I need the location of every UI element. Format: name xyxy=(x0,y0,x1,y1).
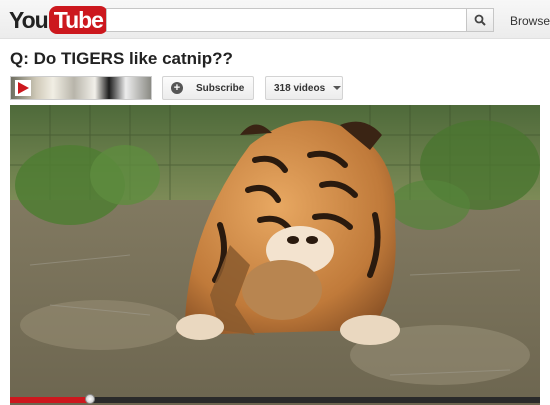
search-button[interactable] xyxy=(466,8,494,32)
videos-dropdown-button[interactable]: 318 videos xyxy=(265,76,343,100)
channel-banner[interactable] xyxy=(10,76,152,100)
masthead: You Tube Browse xyxy=(0,0,550,39)
channel-row: + Subscribe 318 videos xyxy=(10,76,343,100)
subscribe-button[interactable]: + Subscribe xyxy=(162,76,254,100)
logo-you-text: You xyxy=(9,6,49,33)
play-icon xyxy=(18,82,29,94)
youtube-logo[interactable]: You Tube xyxy=(9,5,108,35)
subscribe-label: Subscribe xyxy=(196,82,245,94)
video-player[interactable] xyxy=(10,105,540,405)
video-frame-tiger xyxy=(10,105,540,405)
progress-fill xyxy=(10,397,90,403)
chevron-down-icon xyxy=(333,86,342,90)
video-title: Q: Do TIGERS like catnip?? xyxy=(10,49,233,68)
videos-count-label: 318 videos xyxy=(274,82,326,94)
browse-link[interactable]: Browse xyxy=(510,14,550,28)
plus-icon: + xyxy=(171,82,183,94)
progress-handle[interactable] xyxy=(84,394,95,404)
play-icon-container xyxy=(15,80,31,96)
search-input[interactable] xyxy=(106,8,467,32)
search-icon xyxy=(474,14,486,26)
logo-tube-text: Tube xyxy=(48,6,108,34)
progress-bar[interactable] xyxy=(10,394,540,404)
